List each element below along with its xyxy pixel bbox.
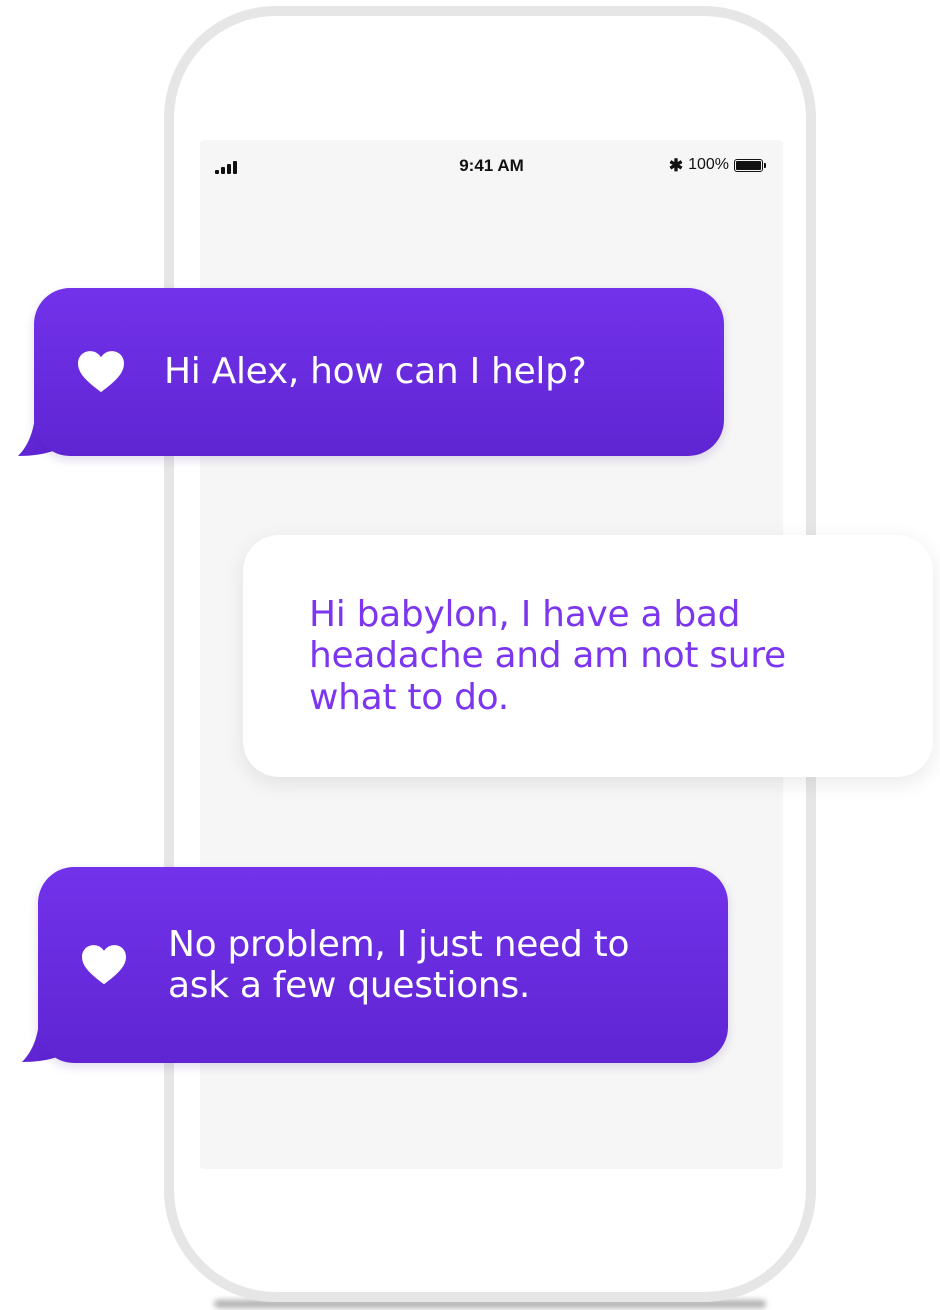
heart-icon xyxy=(78,351,124,393)
battery-percent: 100% xyxy=(688,156,729,173)
battery-level xyxy=(736,160,761,170)
battery-icon xyxy=(734,158,766,172)
heart-icon xyxy=(82,945,126,985)
bluetooth-icon: ✱ xyxy=(668,155,684,175)
message-text: No problem, I just need to ask a few que… xyxy=(168,923,630,1006)
user-message: Hi babylon, I have a bad headache and am… xyxy=(243,535,933,777)
message-text: Hi babylon, I have a bad headache and am… xyxy=(309,593,786,718)
status-bar: 9:41 AM ✱ 100% xyxy=(200,150,783,184)
message-text: Hi Alex, how can I help? xyxy=(164,351,587,393)
assistant-message: Hi Alex, how can I help? xyxy=(34,288,724,456)
assistant-message: No problem, I just need to ask a few que… xyxy=(38,867,728,1063)
status-right: ✱ 100% xyxy=(669,156,767,174)
stage: 9:41 AM ✱ 100% Hi Alex, how can I help? … xyxy=(0,0,940,1310)
